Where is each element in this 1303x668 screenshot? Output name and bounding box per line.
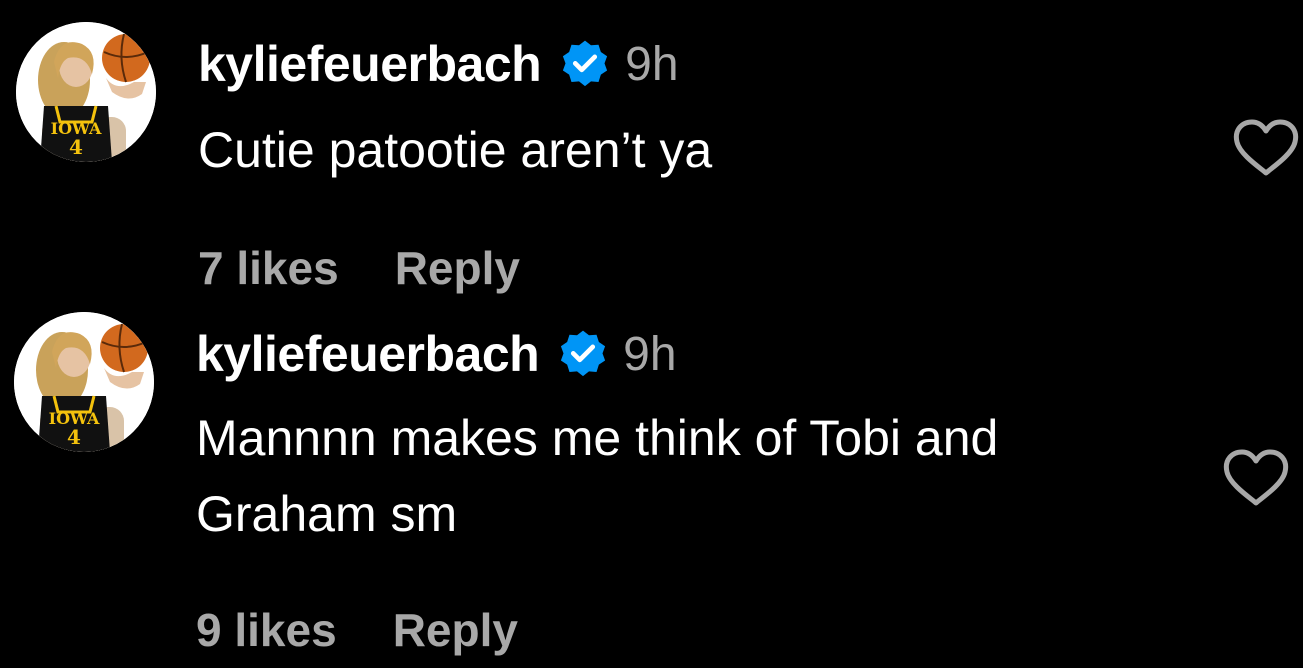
comment-text: Cutie patootie aren’t ya — [198, 122, 713, 178]
avatar-image: IOWA 4 — [14, 312, 154, 452]
comment-timestamp: 9h — [625, 37, 679, 91]
verified-badge-icon — [557, 328, 609, 380]
comment-header: kyliefeuerbach 9h — [196, 324, 677, 384]
comment-text: Mannnn makes me think of Tobi and Graham… — [196, 410, 999, 542]
avatar[interactable]: IOWA 4 — [14, 312, 154, 452]
comment-item: IOWA 4 kyliefeuerbach 9h Mannnn makes me… — [0, 300, 1303, 668]
avatar-jersey-number: 4 — [69, 135, 83, 159]
reply-button[interactable]: Reply — [395, 241, 520, 295]
heart-outline-icon[interactable] — [1232, 118, 1300, 178]
comment-timestamp: 9h — [623, 327, 677, 381]
comment-actions: 9 likes Reply — [196, 602, 518, 658]
username-link[interactable]: kyliefeuerbach — [198, 35, 542, 93]
comment-header: kyliefeuerbach 9h — [198, 34, 679, 94]
verified-badge-icon — [559, 38, 611, 90]
likes-count-link[interactable]: 7 likes — [198, 241, 339, 295]
likes-count-link[interactable]: 9 likes — [196, 603, 337, 657]
avatar-image: IOWA 4 — [16, 22, 156, 162]
heart-outline-icon[interactable] — [1222, 448, 1290, 508]
avatar-jersey-number: 4 — [67, 425, 81, 449]
comment-item: IOWA 4 kyliefeuerbach 9h Cutie patootie … — [0, 0, 1303, 300]
avatar[interactable]: IOWA 4 — [16, 22, 156, 162]
reply-button[interactable]: Reply — [393, 603, 518, 657]
comment-actions: 7 likes Reply — [198, 240, 520, 296]
username-link[interactable]: kyliefeuerbach — [196, 325, 540, 383]
